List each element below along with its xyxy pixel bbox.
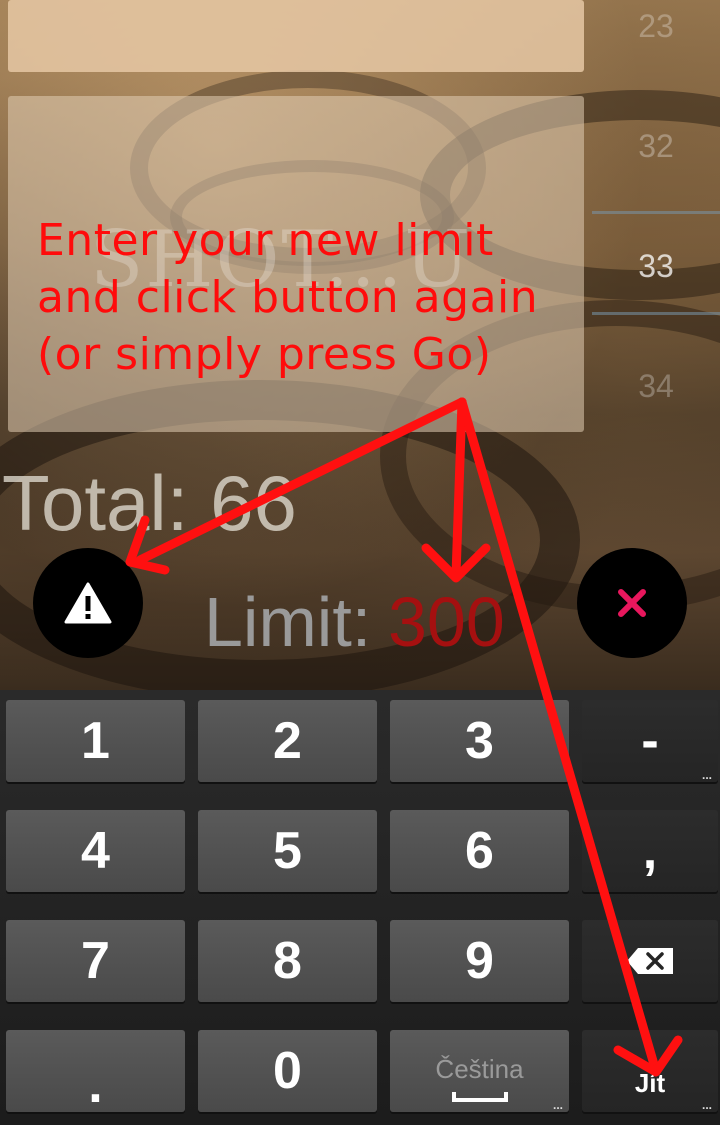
numeric-keyboard: 1 2 3 - ... 4 5 6 , 7 8 9 . 0 Čeština ..…	[0, 690, 720, 1125]
limit-value[interactable]: 300	[388, 582, 505, 662]
key-period[interactable]: .	[6, 1030, 185, 1114]
total-label: Total:	[2, 459, 189, 547]
key-0[interactable]: 0	[198, 1030, 377, 1112]
key-go-label: Jít	[634, 1067, 666, 1098]
key-6[interactable]: 6	[390, 810, 569, 892]
key-5[interactable]: 5	[198, 810, 377, 892]
entry-card-top[interactable]	[8, 0, 584, 72]
backspace-icon	[627, 948, 673, 974]
key-2[interactable]: 2	[198, 700, 377, 782]
key-4[interactable]: 4	[6, 810, 185, 892]
key-backspace[interactable]	[582, 920, 718, 1002]
more-keys-indicator: ...	[701, 1098, 712, 1112]
limit-label: Limit:	[204, 583, 372, 661]
space-bar-icon	[452, 1092, 508, 1102]
more-keys-indicator: ...	[552, 1098, 563, 1112]
key-7[interactable]: 7	[6, 920, 185, 1002]
hint-line: (or simply press Go)	[37, 329, 492, 380]
total-display: Total: 66	[2, 458, 297, 549]
key-8[interactable]: 8	[198, 920, 377, 1002]
key-9[interactable]: 9	[390, 920, 569, 1002]
number-picker[interactable]: 23 32 33 34	[592, 0, 720, 440]
warning-icon	[64, 582, 112, 624]
hint-line: and click button again	[37, 272, 539, 323]
picker-item[interactable]: 23	[592, 8, 720, 45]
warning-button[interactable]	[33, 548, 143, 658]
key-space-language[interactable]: Čeština ...	[390, 1030, 569, 1112]
picker-divider-top	[592, 211, 720, 214]
key-minus-label: -	[641, 712, 659, 770]
clear-button[interactable]	[577, 548, 687, 658]
key-comma[interactable]: ,	[582, 810, 718, 892]
total-value: 66	[210, 459, 297, 547]
hint-text: Enter your new limit and click button ag…	[37, 212, 597, 383]
key-3[interactable]: 3	[390, 700, 569, 782]
language-label: Čeština	[435, 1054, 524, 1084]
close-icon	[618, 589, 646, 617]
key-period-label: .	[88, 1056, 103, 1114]
key-minus[interactable]: - ...	[582, 700, 718, 782]
more-keys-indicator: ...	[701, 768, 712, 782]
picker-item[interactable]: 32	[592, 128, 720, 165]
hint-line: Enter your new limit	[37, 215, 494, 266]
key-1[interactable]: 1	[6, 700, 185, 782]
picker-item[interactable]: 34	[592, 368, 720, 405]
key-go[interactable]: Jít ...	[582, 1030, 718, 1112]
picker-divider-bottom	[592, 312, 720, 315]
picker-item-selected[interactable]: 33	[592, 248, 720, 285]
